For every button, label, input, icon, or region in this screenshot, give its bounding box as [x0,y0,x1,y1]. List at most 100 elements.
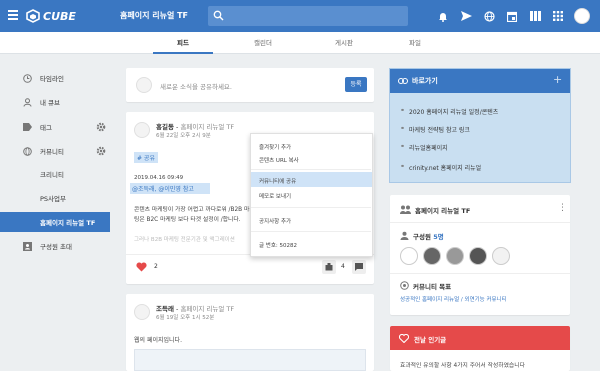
gear-icon[interactable] [96,122,106,132]
heart-icon [399,334,409,343]
quick-link-item[interactable]: ⚭ 마케팅 전략팀 참고 링크 [400,125,470,134]
group-info-panel: 홈페이지 리뉴얼 TF ⋮ 구성원 5명 커뮤니티 목표 성공적인 홈페이지 리… [390,195,570,315]
submit-button[interactable]: 등록 [345,77,367,92]
menu-item-send-memo[interactable]: 메모로 보내기 [259,192,291,200]
members-count: 5명 [433,233,444,241]
globe-icon [20,146,34,156]
quick-link-item[interactable]: ⚭ 2020 홈페이지 리뉴얼 일정/콘텐츠 [400,107,498,116]
post-number: 글 번호: 50282 [259,243,298,249]
sidebar-item-label: 태그 [40,124,52,132]
user-avatar[interactable] [574,8,590,24]
like-count: 2 [154,263,158,270]
member-avatar[interactable] [423,247,441,265]
search-input[interactable] [208,6,408,26]
post-date: 6월 19일 오후 1시 52분 [156,315,215,321]
sidebar-item-community[interactable]: 커뮤니티 [0,141,110,161]
tab-board[interactable]: 게시판 [314,32,374,54]
search-icon [213,10,224,21]
sidebar-item-label: 구성원 초대 [40,243,72,251]
sidebar-item-label: 내 큐브 [40,99,61,107]
clock-icon [20,73,34,83]
popular-post-item[interactable]: 효과적인 유의할 사항 4가지 주어서 작성하였습니다 [400,360,525,369]
calendar-icon[interactable] [505,9,519,23]
goal-icon [400,281,409,290]
post-timestamp: 2019.04.16 09:49 [134,175,184,181]
tab-calendar[interactable]: 캘린더 [233,32,293,54]
invite-icon [20,241,34,251]
cube-logo-icon [26,9,40,23]
post-tag[interactable]: # 공유 [134,152,158,163]
logo-text: CUBE [43,9,76,23]
more-options-icon[interactable]: ⋮ [558,203,567,213]
person-icon [20,97,34,107]
post-group[interactable]: 홈페이지 리뉴얼 TF [180,123,234,131]
sidebar-item-label: 커뮤니티 [40,148,64,156]
quick-links-panel: 바로가기 + ⚭ 2020 홈페이지 리뉴얼 일정/콘텐츠 ⚭ 마케팅 전략팀 참고… [389,68,571,183]
post-card: 조득래 - 홈페이지 리뉴얼 TF 6월 19일 오후 1시 52분 웹의 페이… [126,294,374,371]
tab-bar: 피드 캘린더 게시판 파일 [0,32,600,54]
post-context-menu: 즐겨찾기 추가 콘텐츠 URL 복사 커뮤니티에 공유 메모로 보내기 공지사항… [250,133,373,257]
add-icon[interactable]: + [553,73,562,86]
quick-links-title: 바로가기 [412,77,438,85]
tag-icon [20,123,34,131]
post-author[interactable]: 홍길동 [156,123,174,131]
menu-item-share-community[interactable]: 커뮤니티에 공유 [259,177,296,185]
hamburger-menu-icon[interactable] [8,10,18,22]
app-logo[interactable]: CUBE [26,8,76,24]
sidebar-item-crinity[interactable]: 크리니티 [0,164,110,184]
members-icon [400,231,409,240]
menu-item-copy-url[interactable]: 콘텐츠 URL 복사 [259,156,299,164]
sidebar-item-timeline[interactable]: 타임라인 [0,68,110,88]
goal-text: 성공적인 홈페이지 리뉴얼 / 외연기능 커뮤니티 [400,297,507,303]
post-author[interactable]: 조득래 [156,305,174,313]
member-avatar[interactable] [492,247,510,265]
bell-icon[interactable] [436,9,450,23]
link-icon [398,78,408,84]
gear-icon[interactable] [96,146,106,156]
apps-grid-icon[interactable] [551,9,565,23]
avatar [136,77,152,93]
post-body-faded: 그러나 B2B 마케팅 전문기관 및 액그레이션 [134,237,235,243]
sidebar-item-ps-division[interactable]: PS사업부 [0,188,110,208]
top-bar: CUBE 홈페이지 리뉴얼 TF [0,0,600,32]
heart-icon[interactable] [136,262,147,272]
share-button[interactable] [322,260,336,274]
columns-icon[interactable] [528,9,542,23]
sidebar-item-invite[interactable]: 구성원 초대 [0,236,110,256]
sidebar-item-my-cube[interactable]: 내 큐브 [0,92,110,112]
clip-icon: ⚭ [400,163,406,170]
composer-input[interactable]: 새로운 소식을 공유하세요. [160,81,232,91]
quick-link-item[interactable]: ⚭ crinity.net 홈페이지 리뉴얼 [400,163,481,172]
avatar [134,304,150,320]
post-image-preview[interactable] [134,349,366,371]
post-mentions[interactable]: @조득래, @이민영 참고 [130,183,210,194]
post-date: 6월 22일 오후 2시 9분 [156,133,211,139]
clip-icon: ⚭ [400,107,406,114]
sidebar-item-tags[interactable]: 태그 [0,117,110,137]
tab-files[interactable]: 파일 [385,32,445,54]
comment-count: 4 [341,263,345,270]
goal-label: 커뮤니티 목표 [413,283,452,291]
avatar [134,122,150,138]
clip-icon: ⚭ [400,143,406,150]
popular-posts-panel: 전날 인기글 효과적인 유의할 사항 4가지 주어서 작성하였습니다 [390,326,570,371]
box-icon [325,263,333,271]
tab-feed[interactable]: 피드 [153,32,213,54]
clip-icon: ⚭ [400,125,406,132]
globe-icon[interactable] [482,9,496,23]
workspace-title: 홈페이지 리뉴얼 TF [120,11,189,20]
quick-link-item[interactable]: ⚭ 리뉴얼홈페이지 [400,143,448,152]
member-avatar[interactable] [446,247,464,265]
group-name: 홈페이지 리뉴얼 TF [415,207,471,215]
popular-title: 전날 인기글 [414,336,447,344]
menu-item-favorite[interactable]: 즐겨찾기 추가 [259,143,291,151]
menu-item-add-notice[interactable]: 공지사항 추가 [259,217,291,225]
send-icon[interactable] [459,9,473,23]
member-avatar[interactable] [400,247,418,265]
post-body: 콘텐츠 마케팅이 가장 어렵고 까다로워 /B2B 마케팅은 B2C 마케팅 보… [134,207,255,223]
comment-icon [355,263,363,271]
comment-button[interactable] [352,260,366,274]
post-group[interactable]: 홈페이지 리뉴얼 TF [180,305,234,313]
sidebar-item-homepage-tf[interactable]: 홈페이지 리뉴얼 TF [0,212,110,232]
member-avatar[interactable] [469,247,487,265]
